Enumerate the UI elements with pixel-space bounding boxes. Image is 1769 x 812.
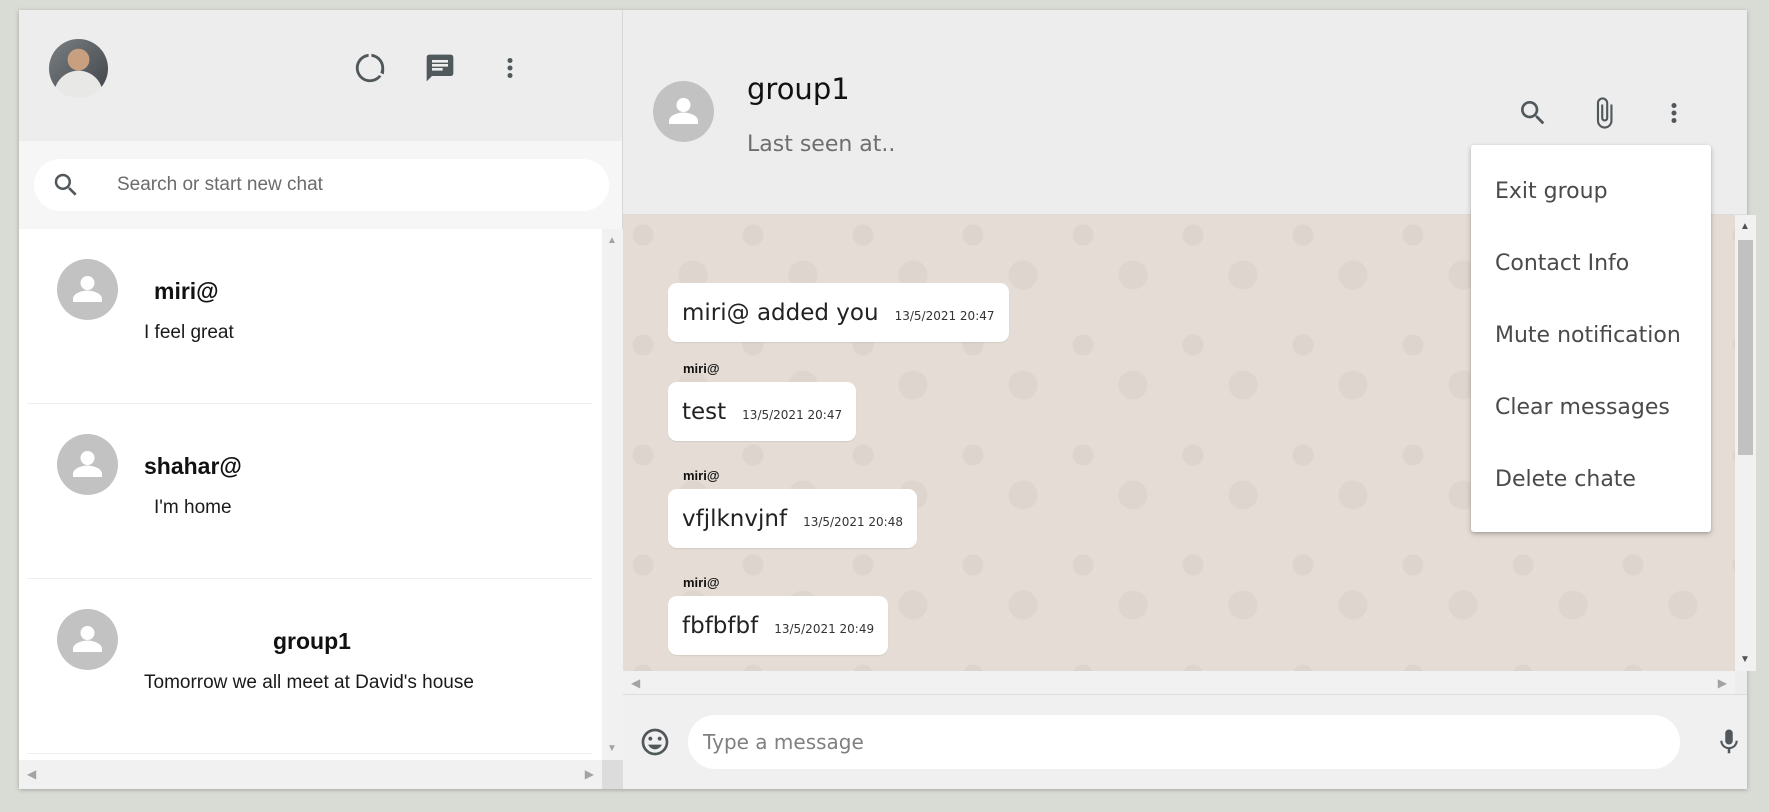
chat-list-vertical-scrollbar[interactable]: ▲ ▼ [602,229,623,760]
message-text: miri@ added you [682,299,879,326]
message-sender: miri@ [683,575,720,590]
scroll-down-arrow-icon[interactable]: ▼ [607,743,617,754]
scroll-left-arrow-icon[interactable]: ◀ [27,767,36,781]
scroll-up-arrow-icon[interactable]: ▲ [1740,221,1750,232]
chat-last-message: Tomorrow we all meet at David's house [144,672,474,693]
message-bubble: fbfbfbf 13/5/2021 20:49 [668,596,889,655]
messages-horizontal-scrollbar[interactable]: ◀ ▶ [623,671,1735,694]
sidebar: miri@ I feel great shahar@ I'm home grou… [19,10,623,789]
my-avatar[interactable] [49,39,108,98]
conversation-options-menu: Exit group Contact Info Mute notificatio… [1471,145,1711,532]
chat-name: shahar@ [144,453,242,479]
message-time: 13/5/2021 20:48 [803,514,903,529]
last-seen-status: Last seen at.. [747,132,896,157]
group-avatar[interactable] [653,81,714,142]
scroll-up-arrow-icon[interactable]: ▲ [607,235,617,246]
messages-vertical-scrollbar[interactable]: ▲ ▼ [1735,215,1756,671]
conversation-title: group1 [747,72,850,106]
chat-list-horizontal-scrollbar[interactable]: ◀ ▶ [19,760,602,789]
search-input[interactable] [117,174,537,196]
menu-item-contact-info[interactable]: Contact Info [1471,227,1711,299]
message-sender: miri@ [683,468,720,483]
scroll-right-arrow-icon[interactable]: ▶ [1718,676,1727,690]
message-composer [623,694,1747,789]
message-text: test [682,398,727,425]
sidebar-header [19,10,622,141]
menu-dots-icon[interactable] [492,50,528,86]
search-icon[interactable] [1514,94,1552,132]
menu-item-delete-chat[interactable]: Delete chate [1471,443,1711,515]
chat-name: group1 [273,628,351,654]
menu-dots-icon[interactable] [1655,94,1693,132]
new-chat-icon[interactable] [422,50,458,86]
menu-item-clear-messages[interactable]: Clear messages [1471,371,1711,443]
emoji-icon[interactable] [637,724,673,760]
message-text: vfjlknvjnf [682,505,788,532]
chat-item-shahar[interactable]: shahar@ I'm home [27,404,592,579]
chat-item-miri[interactable]: miri@ I feel great [27,229,592,404]
microphone-icon[interactable] [1711,722,1747,762]
menu-item-mute-notification[interactable]: Mute notification [1471,299,1711,371]
message-time: 13/5/2021 20:47 [742,407,843,422]
contact-avatar [57,434,118,495]
message-input[interactable] [688,715,1680,769]
message-time: 13/5/2021 20:49 [774,621,875,636]
message-bubble: vfjlknvjnf 13/5/2021 20:48 [668,489,917,548]
message-text: fbfbfbf [682,612,759,639]
message-sender: miri@ [683,361,720,376]
message-bubble: test 13/5/2021 20:47 [668,382,857,441]
scroll-right-arrow-icon[interactable]: ▶ [585,767,594,781]
scrollbar-corner [602,760,623,789]
scroll-down-arrow-icon[interactable]: ▼ [1740,654,1750,665]
chat-name: miri@ [154,278,219,304]
chat-list: miri@ I feel great shahar@ I'm home grou… [19,229,602,760]
chat-item-group1[interactable]: group1 Tomorrow we all meet at David's h… [27,579,592,754]
app-window: miri@ I feel great shahar@ I'm home grou… [19,10,1756,789]
contact-avatar [57,259,118,320]
system-message: miri@ added you 13/5/2021 20:47 [668,283,1009,342]
chat-last-message: I'm home [154,497,232,518]
search-box [34,159,609,211]
contact-avatar [57,609,118,670]
status-icon[interactable] [352,50,388,86]
scroll-left-arrow-icon[interactable]: ◀ [631,676,640,690]
message-time: 13/5/2021 20:47 [894,308,995,323]
search-icon [49,168,83,202]
attach-icon[interactable] [1585,94,1623,132]
scrollbar-thumb[interactable] [1738,240,1753,455]
menu-item-exit-group[interactable]: Exit group [1471,155,1711,227]
chat-last-message: I feel great [144,322,234,343]
search-bar-container [19,141,622,229]
